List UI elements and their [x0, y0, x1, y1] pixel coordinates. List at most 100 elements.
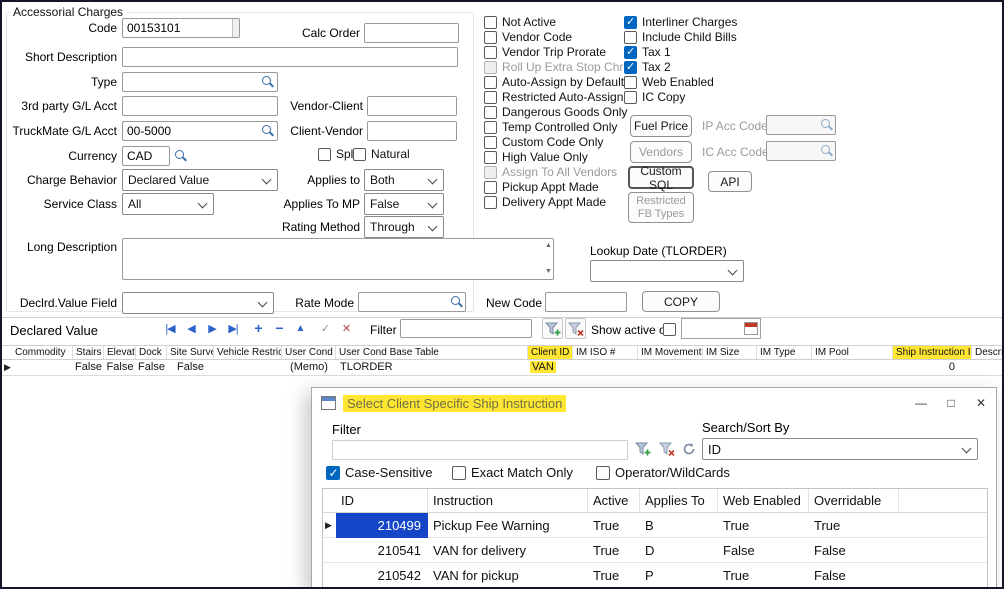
case-sensitive-checkbox[interactable]: Case-Sensitive [326, 465, 432, 480]
cell-ship-instruction-id[interactable]: 0 [893, 360, 955, 375]
long-description-textarea[interactable] [122, 238, 554, 280]
short-description-input[interactable] [122, 47, 458, 67]
type-input[interactable] [122, 72, 278, 92]
nav-insert-button[interactable]: + [248, 319, 268, 337]
col-header-site-survey[interactable]: Site Survey [167, 346, 214, 359]
cell-applies-to[interactable]: D [645, 538, 718, 563]
active-date-field[interactable] [681, 318, 761, 339]
checkbox-include-child-bills[interactable]: Include Child Bills [624, 30, 737, 44]
type-lookup-icon[interactable] [261, 75, 274, 88]
charge-behavior-select[interactable]: Declared Value [122, 169, 278, 191]
cell-site-survey[interactable]: False [167, 360, 214, 375]
cell-id[interactable]: 210499 [336, 513, 428, 538]
nav-post-button[interactable]: ✓ [315, 320, 335, 338]
ship-instruction-row[interactable]: 210542 VAN for pickup True P True False [323, 563, 987, 588]
col-header-overridable[interactable]: Overridable [809, 489, 899, 513]
checkbox-ic-copy[interactable]: IC Copy [624, 90, 685, 104]
col-header-im-iso[interactable]: IM ISO # [573, 346, 638, 359]
calc-order-input[interactable] [364, 23, 459, 43]
scroll-down-icon[interactable]: ▼ [545, 268, 552, 275]
nav-last-button[interactable]: ▶| [223, 320, 243, 338]
col-header-id[interactable]: ID [336, 489, 428, 513]
maximize-icon[interactable]: □ [936, 388, 966, 418]
api-button[interactable]: API [708, 171, 752, 192]
cell-active[interactable]: True [593, 513, 640, 538]
cell-web-enabled[interactable]: False [723, 538, 809, 563]
close-icon[interactable]: ✕ [966, 388, 996, 418]
applies-to-mp-select[interactable]: False [364, 193, 444, 215]
cell-active[interactable]: True [593, 563, 640, 588]
apply-filter-icon[interactable] [542, 318, 563, 339]
col-header-elevator[interactable]: Elevator [104, 346, 136, 359]
ic-acc-lookup-icon[interactable] [820, 144, 833, 157]
checkbox-dangerous-goods-only[interactable]: Dangerous Goods Only [484, 105, 627, 119]
nav-edit-button[interactable]: ▲ [290, 320, 310, 338]
nav-first-button[interactable]: |◀ [160, 320, 180, 338]
checkbox-auto-assign-default[interactable]: Auto-Assign by Default [484, 75, 624, 89]
checkbox-restricted-auto-assign[interactable]: Restricted Auto-Assign [484, 90, 623, 104]
exact-match-only-checkbox[interactable]: Exact Match Only [452, 465, 573, 480]
checkbox-tax2[interactable]: Tax 2 [624, 60, 671, 74]
col-header-im-type[interactable]: IM Type [757, 346, 812, 359]
cell-overridable[interactable]: False [814, 538, 899, 563]
cell-web-enabled[interactable]: True [723, 563, 809, 588]
lookup-date-select[interactable] [590, 260, 744, 282]
truckmate-gl-lookup-icon[interactable] [261, 124, 274, 137]
ship-instruction-row[interactable]: ▶ 210499 Pickup Fee Warning True B True … [323, 513, 987, 538]
minimize-icon[interactable]: — [906, 388, 936, 418]
checkbox-vendor-trip-prorate[interactable]: Vendor Trip Prorate [484, 45, 606, 59]
nav-next-button[interactable]: ▶ [202, 320, 222, 338]
operator-wildcards-checkbox[interactable]: Operator/WildCards [596, 465, 730, 480]
cell-instruction[interactable]: VAN for delivery [433, 538, 588, 563]
client-vendor-input[interactable] [367, 121, 457, 141]
ship-instruction-row[interactable]: 210541 VAN for delivery True D False Fal… [323, 538, 987, 563]
col-header-active[interactable]: Active [588, 489, 640, 513]
col-header-dock[interactable]: Dock [136, 346, 167, 359]
dialog-refresh-icon[interactable] [678, 438, 700, 460]
checkbox-web-enabled[interactable]: Web Enabled [624, 75, 714, 89]
grid-row[interactable]: ▶ False False False False (Memo) TLORDER… [2, 360, 1002, 376]
cell-overridable[interactable]: True [814, 513, 899, 538]
cell-user-cond[interactable]: (Memo) [282, 360, 336, 375]
cell-instruction[interactable]: VAN for pickup [433, 563, 588, 588]
checkbox-temp-controlled-only[interactable]: Temp Controlled Only [484, 120, 617, 134]
col-header-user-cond[interactable]: User Cond [282, 346, 336, 359]
fuel-price-button[interactable]: Fuel Price [630, 115, 692, 137]
cell-instruction[interactable]: Pickup Fee Warning [433, 513, 588, 538]
col-header-ship-instruction-id[interactable]: Ship Instruction ID [893, 346, 972, 359]
cell-user-cond-base-table[interactable]: TLORDER [340, 360, 393, 375]
dialog-filter-input[interactable] [332, 440, 628, 460]
cell-web-enabled[interactable]: True [723, 513, 809, 538]
show-active-checkbox[interactable] [663, 322, 676, 336]
custom-sql-button[interactable]: Custom SQL [628, 166, 694, 189]
nav-cancel-button[interactable]: ✕ [336, 320, 356, 338]
dialog-apply-filter-icon[interactable] [632, 438, 654, 460]
dialog-titlebar[interactable]: Select Client Specific Ship Instruction … [312, 388, 996, 418]
col-header-user-cond-base-table[interactable]: User Cond Base Table [336, 346, 528, 359]
cell-client-id[interactable]: VAN [530, 360, 556, 375]
calendar-icon[interactable] [744, 322, 758, 335]
code-input[interactable] [122, 18, 240, 38]
checkbox-tax1[interactable]: Tax 1 [624, 45, 671, 59]
cell-overridable[interactable]: False [814, 563, 899, 588]
service-class-select[interactable]: All [122, 193, 214, 215]
code-field-button[interactable] [232, 19, 239, 37]
col-header-instruction[interactable]: Instruction [428, 489, 588, 513]
checkbox-delivery-appt-made[interactable]: Delivery Appt Made [484, 195, 606, 209]
cell-dock[interactable]: False [136, 360, 167, 375]
rate-mode-lookup-icon[interactable] [450, 295, 463, 308]
checkbox-not-active[interactable]: Not Active [484, 15, 556, 29]
third-party-gl-input[interactable] [122, 96, 278, 116]
col-header-stairs[interactable]: Stairs [73, 346, 104, 359]
col-header-description[interactable]: Description [972, 346, 1002, 359]
cell-applies-to[interactable]: B [645, 513, 718, 538]
col-header-client-id[interactable]: Client ID [528, 346, 573, 359]
currency-input[interactable] [122, 146, 170, 166]
rating-method-select[interactable]: Through [364, 216, 444, 238]
clear-filter-icon[interactable] [565, 318, 586, 339]
col-header-im-size[interactable]: IM Size [703, 346, 757, 359]
cell-id[interactable]: 210542 [336, 563, 428, 588]
truckmate-gl-input[interactable] [122, 121, 278, 141]
cell-elevator[interactable]: False [104, 360, 136, 375]
col-header-im-pool[interactable]: IM Pool [812, 346, 893, 359]
